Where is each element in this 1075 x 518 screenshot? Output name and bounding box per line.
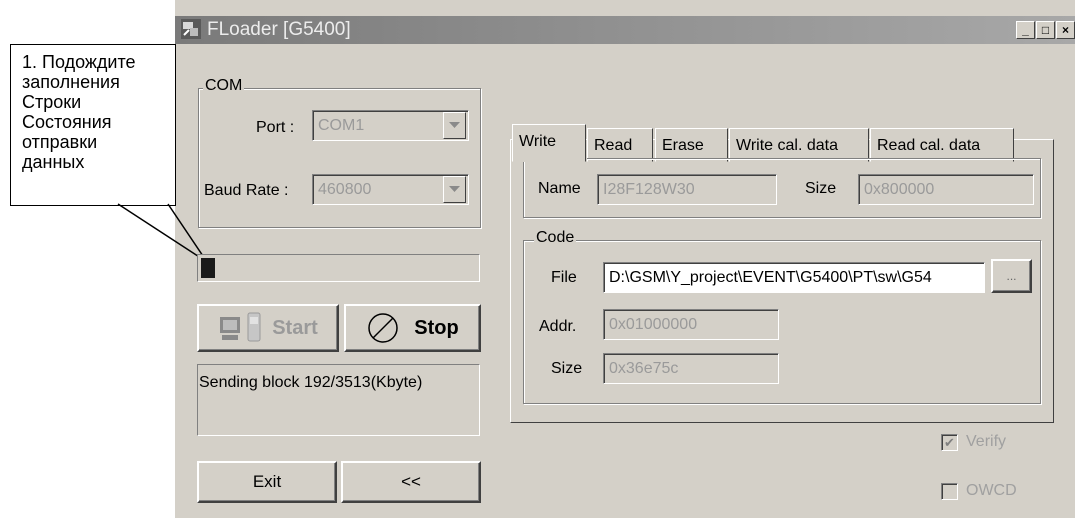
owcd-label: OWCD — [966, 482, 1017, 499]
chevron-down-icon[interactable] — [443, 112, 466, 139]
code-size-field[interactable]: 0x36e75c — [603, 353, 779, 384]
progress-bar — [197, 254, 480, 282]
addr-label: Addr. — [539, 318, 577, 335]
check-icon: ✔ — [944, 435, 955, 450]
owcd-checkbox[interactable] — [941, 483, 958, 500]
com-group-label: COM — [203, 77, 245, 95]
browse-button[interactable]: ... — [991, 259, 1032, 293]
phone-pc-icon — [220, 312, 261, 342]
port-label: Port : — [256, 119, 295, 136]
stop-button[interactable]: Stop — [344, 304, 481, 352]
verify-label: Verify — [966, 433, 1007, 450]
baud-rate-label: Baud Rate : — [204, 182, 289, 199]
code-group-label: Code — [534, 229, 577, 247]
exit-button[interactable]: Exit — [197, 461, 337, 503]
device-name-label: Name — [538, 180, 581, 197]
progress-fill — [201, 258, 215, 278]
device-size-label: Size — [805, 180, 837, 197]
tab-read[interactable]: Read — [587, 128, 653, 162]
start-label: Start — [272, 316, 318, 339]
chevron-down-icon[interactable] — [443, 176, 466, 203]
device-size-field[interactable]: 0x800000 — [858, 174, 1034, 205]
start-button[interactable]: Start — [197, 304, 339, 352]
stop-icon — [368, 313, 399, 343]
com-groupbox — [198, 88, 481, 228]
tab-read-cal-data[interactable]: Read cal. data — [870, 128, 1014, 162]
collapse-button[interactable]: << — [341, 461, 481, 503]
stop-label: Stop — [414, 316, 459, 339]
file-path-input[interactable]: D:\GSM\Y_project\EVENT\G5400\PT\sw\G54 — [603, 262, 985, 293]
addr-field[interactable]: 0x01000000 — [603, 309, 779, 340]
code-size-label: Size — [551, 360, 583, 377]
verify-checkbox[interactable]: ✔ — [941, 434, 958, 451]
tab-write[interactable]: Write — [512, 124, 586, 162]
tab-erase[interactable]: Erase — [655, 128, 728, 162]
status-text: Sending block 192/3513(Kbyte) — [199, 374, 423, 391]
device-name-field[interactable]: I28F128W30 — [597, 174, 777, 205]
tab-write-cal-data[interactable]: Write cal. data — [729, 128, 869, 162]
file-label: File — [551, 269, 577, 286]
